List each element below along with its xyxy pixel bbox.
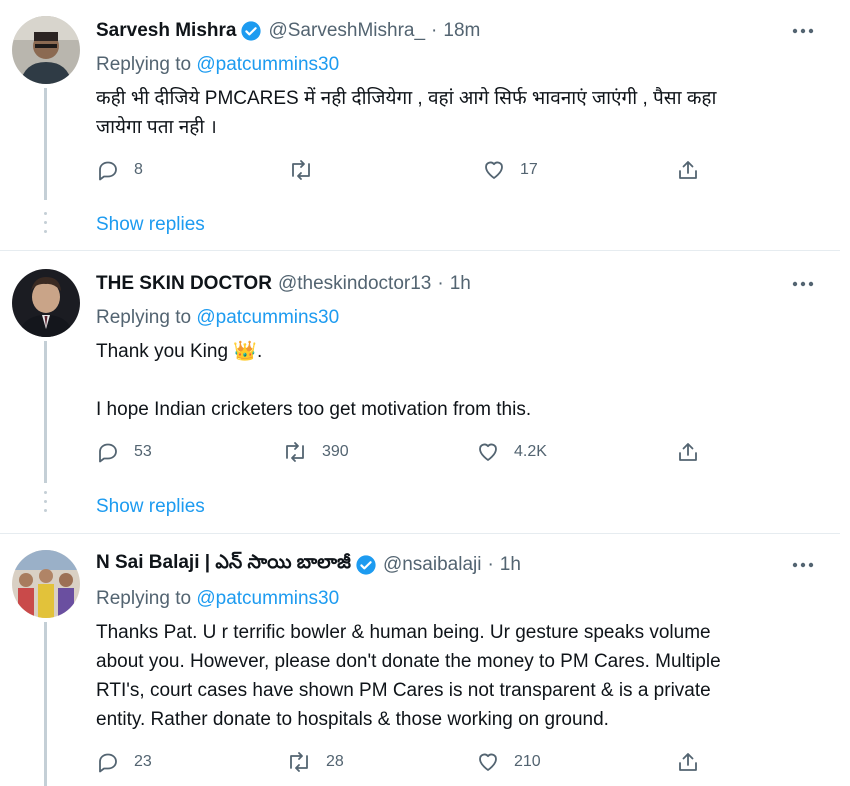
share-icon xyxy=(676,440,700,464)
retweet-count: 390 xyxy=(322,443,349,460)
tweet-text-line: जायेगा पता नही । xyxy=(96,117,217,138)
like-button[interactable]: 210 xyxy=(476,747,541,777)
timestamp[interactable]: 1h xyxy=(450,273,471,295)
retweet-button[interactable] xyxy=(288,155,328,185)
tweet-text-line: I hope Indian cricketers too get motivat… xyxy=(96,399,532,420)
retweet-count: 28 xyxy=(326,753,344,770)
user-handle[interactable]: @nsaibalaji xyxy=(383,554,482,576)
reply-icon xyxy=(96,440,120,464)
display-name[interactable]: THE SKIN DOCTOR xyxy=(96,273,272,295)
replying-to-label: Replying to xyxy=(96,54,192,75)
share-icon xyxy=(676,158,700,182)
thread-line xyxy=(44,88,47,200)
separator-dot: · xyxy=(487,554,494,575)
thread-dots xyxy=(44,212,47,239)
more-options-icon[interactable] xyxy=(790,18,816,44)
retweet-icon xyxy=(282,440,308,464)
tweet-text-line: about you. However, please don't donate … xyxy=(96,651,721,672)
heart-icon xyxy=(482,158,506,182)
user-handle[interactable]: @theskindoctor13 xyxy=(278,273,431,295)
replying-to: Replying to @patcummins30 xyxy=(96,588,339,610)
user-handle[interactable]: @SarveshMishra_ xyxy=(268,20,425,42)
heart-icon xyxy=(476,440,500,464)
tweet-text: कही भी दीजिये PMCARES में नही दीजियेगा ,… xyxy=(96,84,826,142)
tweet-actions: 23 28 210 xyxy=(96,747,736,777)
reply-count: 23 xyxy=(134,753,152,770)
tweet-text-line: कही भी दीजिये PMCARES में नही दीजियेगा ,… xyxy=(96,88,717,109)
retweet-icon xyxy=(286,750,312,774)
reply-count: 8 xyxy=(134,161,143,178)
share-icon xyxy=(676,750,700,774)
verified-badge-icon xyxy=(240,20,262,42)
tweet-text-line: Thanks Pat. U r terrific bowler & human … xyxy=(96,622,711,643)
replying-to-label: Replying to xyxy=(96,307,192,328)
tweet-sarvesh-mishra[interactable]: Sarvesh Mishra @SarveshMishra_ · 18m Rep… xyxy=(0,0,840,250)
avatar[interactable] xyxy=(12,550,80,618)
tweet-header: N Sai Balaji | ఎన్ సాయి బాలాజీ @nsaibala… xyxy=(96,552,521,578)
like-count: 210 xyxy=(514,753,541,770)
tweet-text-line: entity. Rather donate to hospitals & tho… xyxy=(96,709,609,730)
retweet-button[interactable]: 28 xyxy=(286,747,344,777)
tweet-actions: 8 17 xyxy=(96,155,736,185)
replying-to-label: Replying to xyxy=(96,588,192,609)
avatar[interactable] xyxy=(12,269,80,337)
heart-icon xyxy=(476,750,500,774)
show-replies-link[interactable]: Show replies xyxy=(96,214,205,236)
replying-to: Replying to @patcummins30 xyxy=(96,307,339,329)
tweet-text: Thank you King 👑. I hope Indian crickete… xyxy=(96,337,826,424)
share-button[interactable] xyxy=(676,155,700,185)
tweet-the-skin-doctor[interactable]: THE SKIN DOCTOR @theskindoctor13 · 1h Re… xyxy=(0,251,840,533)
more-options-icon[interactable] xyxy=(790,271,816,297)
like-count: 17 xyxy=(520,161,538,178)
mention-link[interactable]: @patcummins30 xyxy=(196,54,339,75)
tweet-text-line: Thank you King 👑. xyxy=(96,341,263,362)
mention-link[interactable]: @patcummins30 xyxy=(196,307,339,328)
thread-line xyxy=(44,622,47,786)
show-replies-link[interactable]: Show replies xyxy=(96,496,205,518)
timestamp[interactable]: 18m xyxy=(443,20,480,42)
like-button[interactable]: 17 xyxy=(482,155,538,185)
reply-button[interactable]: 23 xyxy=(96,747,152,777)
avatar[interactable] xyxy=(12,16,80,84)
retweet-icon xyxy=(288,158,314,182)
verified-badge-icon xyxy=(355,554,377,576)
tweet-actions: 53 390 4.2K xyxy=(96,437,736,467)
tweet-text-line: RTI's, court cases have shown PM Cares i… xyxy=(96,680,711,701)
tweet-header: Sarvesh Mishra @SarveshMishra_ · 18m xyxy=(96,18,480,44)
display-name[interactable]: N Sai Balaji | ఎన్ సాయి బాలాజీ xyxy=(96,552,351,578)
retweet-button[interactable]: 390 xyxy=(282,437,349,467)
reply-icon xyxy=(96,750,120,774)
replying-to: Replying to @patcummins30 xyxy=(96,54,339,76)
tweet-n-sai-balaji[interactable]: N Sai Balaji | ఎన్ సాయి బాలాజీ @nsaibala… xyxy=(0,534,840,786)
tweet-text: Thanks Pat. U r terrific bowler & human … xyxy=(96,618,826,734)
thread-dots xyxy=(44,491,47,518)
reply-button[interactable]: 53 xyxy=(96,437,152,467)
share-button[interactable] xyxy=(676,437,700,467)
more-options-icon[interactable] xyxy=(790,552,816,578)
tweet-header: THE SKIN DOCTOR @theskindoctor13 · 1h xyxy=(96,271,471,297)
like-button[interactable]: 4.2K xyxy=(476,437,547,467)
share-button[interactable] xyxy=(676,747,700,777)
display-name[interactable]: Sarvesh Mishra xyxy=(96,20,236,42)
reply-icon xyxy=(96,158,120,182)
mention-link[interactable]: @patcummins30 xyxy=(196,588,339,609)
thread-line xyxy=(44,341,47,483)
reply-count: 53 xyxy=(134,443,152,460)
timestamp[interactable]: 1h xyxy=(500,554,521,576)
reply-button[interactable]: 8 xyxy=(96,155,143,185)
separator-dot: · xyxy=(431,20,438,41)
separator-dot: · xyxy=(437,273,444,294)
like-count: 4.2K xyxy=(514,443,547,460)
